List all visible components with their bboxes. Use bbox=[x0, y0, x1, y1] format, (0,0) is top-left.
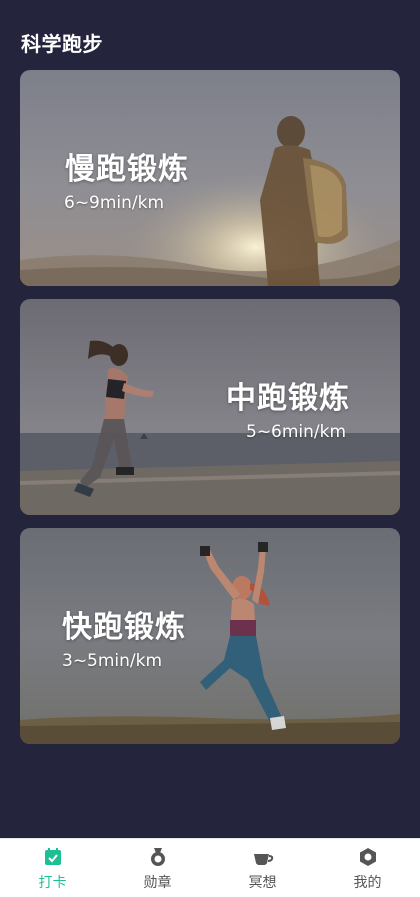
card-title: 中跑锻炼 bbox=[226, 381, 350, 416]
tab-label: 冥想 bbox=[248, 875, 277, 891]
calendar-check-icon bbox=[45, 848, 61, 865]
tab-medals[interactable]: 勋章 bbox=[105, 839, 210, 897]
tab-checkin[interactable]: 打卡 bbox=[0, 839, 105, 897]
medium-run-card[interactable]: 中跑锻炼 5~6min/km bbox=[20, 299, 400, 515]
card-title: 快跑锻炼 bbox=[62, 610, 186, 645]
bottom-tab-bar: 打卡 勋章 冥想 我的 bbox=[0, 838, 420, 897]
card-pace: 5~6min/km bbox=[246, 422, 347, 442]
tab-label: 我的 bbox=[353, 875, 382, 891]
card-pace: 3~5min/km bbox=[62, 651, 163, 671]
card-title: 慢跑锻炼 bbox=[65, 152, 189, 187]
tab-label: 打卡 bbox=[38, 875, 67, 891]
tab-profile[interactable]: 我的 bbox=[315, 839, 420, 897]
card-pace: 6~9min/km bbox=[64, 193, 165, 213]
tab-meditation[interactable]: 冥想 bbox=[210, 839, 315, 897]
medal-icon bbox=[151, 848, 165, 866]
page-title: 科学跑步 bbox=[21, 32, 103, 56]
teacup-icon bbox=[254, 854, 274, 865]
fast-run-card[interactable]: 快跑锻炼 3~5min/km bbox=[20, 528, 400, 744]
tab-label: 勋章 bbox=[143, 875, 172, 891]
profile-hexagon-icon bbox=[360, 848, 376, 866]
slow-run-card[interactable]: 慢跑锻炼 6~9min/km bbox=[20, 70, 400, 286]
